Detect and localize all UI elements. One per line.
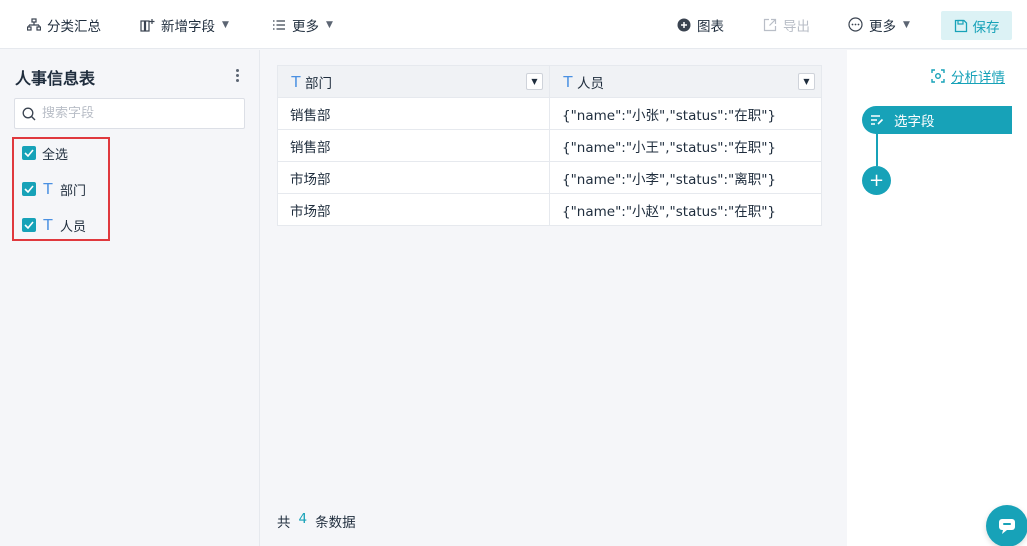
scan-icon <box>931 69 945 83</box>
column-title: 人员 <box>577 75 604 92</box>
table-cell: {"name":"小李","status":"离职"} <box>549 161 822 194</box>
chevron-down-icon: ▼ <box>222 19 229 30</box>
select-all-label: 全选 <box>42 147 69 163</box>
export-button[interactable]: 导出 <box>763 0 810 49</box>
row-count-value: 4 <box>298 511 308 527</box>
group-summary-button[interactable]: 分类汇总 <box>27 0 101 49</box>
more-circle-icon <box>848 17 863 32</box>
chat-support-button[interactable] <box>986 505 1027 546</box>
field-checkbox-person[interactable]: T 人员 <box>22 215 86 235</box>
chart-label: 图表 <box>697 18 724 35</box>
chart-button[interactable]: 图表 <box>677 0 724 49</box>
kebab-menu-icon[interactable] <box>229 65 245 85</box>
column-header-person[interactable]: T 人员 ▼ <box>549 65 822 98</box>
more-right-label: 更多 <box>869 18 896 35</box>
checkbox-checked-icon <box>22 146 36 160</box>
column-header-department[interactable]: T 部门 ▼ <box>277 65 550 98</box>
add-column-icon <box>140 18 155 32</box>
field-checkbox-department[interactable]: T 部门 <box>22 179 86 199</box>
text-type-icon: T <box>291 72 301 91</box>
text-type-icon: T <box>43 216 53 234</box>
steps-panel: 分析详情 选字段 + <box>847 50 1027 546</box>
table-cell: {"name":"小张","status":"在职"} <box>549 97 822 130</box>
table-cell: 市场部 <box>277 161 550 194</box>
select-all-checkbox[interactable]: 全选 <box>22 143 68 163</box>
field-label-department: 部门 <box>60 183 87 199</box>
save-label: 保存 <box>972 19 1000 36</box>
row-count: 共 4 条数据 <box>277 511 356 531</box>
more-menu-left[interactable]: 更多 ▼ <box>272 0 333 49</box>
text-type-icon: T <box>43 180 53 198</box>
column-title: 部门 <box>305 75 332 92</box>
table-cell: 销售部 <box>277 97 550 130</box>
column-dropdown-icon[interactable]: ▼ <box>526 73 543 90</box>
search-icon <box>22 107 36 120</box>
analysis-details-label: 分析详情 <box>951 70 1005 86</box>
row-count-suffix: 条数据 <box>315 515 356 531</box>
export-icon <box>763 18 777 31</box>
group-summary-label: 分类汇总 <box>47 18 101 35</box>
toolbar: 分类汇总 新增字段 ▼ 更多 ▼ 图表 导出 更多 ▼ 保存 <box>0 0 1027 49</box>
column-dropdown-icon[interactable]: ▼ <box>798 73 815 90</box>
field-label-person: 人员 <box>60 219 87 235</box>
step-connector <box>876 134 878 166</box>
field-checkbox-list: 全选 T 部门 T 人员 <box>12 137 110 241</box>
list-icon <box>273 19 285 30</box>
save-button[interactable]: 保存 <box>941 11 1012 40</box>
edit-list-icon <box>871 115 884 125</box>
chevron-down-icon: ▼ <box>903 19 910 30</box>
analysis-details-link[interactable]: 分析详情 <box>931 66 1005 86</box>
plus-circle-icon <box>677 18 691 31</box>
add-field-button[interactable]: 新增字段 ▼ <box>140 0 229 49</box>
export-label: 导出 <box>783 18 810 35</box>
more-menu-right[interactable]: 更多 ▼ <box>848 0 910 49</box>
text-type-icon: T <box>563 72 573 91</box>
field-search-box <box>14 98 245 129</box>
save-icon <box>954 19 967 32</box>
table-cell: {"name":"小赵","status":"在职"} <box>549 193 822 226</box>
table-row: 市场部 {"name":"小赵","status":"在职"} <box>277 193 822 226</box>
table-title: 人事信息表 <box>15 69 96 88</box>
field-search-input[interactable] <box>42 106 232 121</box>
table-row: 市场部 {"name":"小李","status":"离职"} <box>277 161 822 194</box>
table-cell: {"name":"小王","status":"在职"} <box>549 129 822 162</box>
add-step-button[interactable]: + <box>862 166 891 195</box>
row-count-prefix: 共 <box>277 515 291 531</box>
hierarchy-icon <box>27 17 41 31</box>
data-table: T 部门 ▼ T 人员 ▼ 销售部 {"name":"小张","status":… <box>277 65 822 226</box>
more-left-label: 更多 <box>292 18 319 35</box>
step-select-fields[interactable]: 选字段 <box>862 106 1012 134</box>
table-row: 销售部 {"name":"小王","status":"在职"} <box>277 129 822 162</box>
table-row: 销售部 {"name":"小张","status":"在职"} <box>277 97 822 130</box>
table-cell: 市场部 <box>277 193 550 226</box>
chat-icon <box>999 519 1015 534</box>
checkbox-checked-icon <box>22 182 36 196</box>
table-cell: 销售部 <box>277 129 550 162</box>
step-label: 选字段 <box>894 114 935 130</box>
data-preview-area: T 部门 ▼ T 人员 ▼ 销售部 {"name":"小张","status":… <box>261 50 847 546</box>
table-header-row: T 部门 ▼ T 人员 ▼ <box>277 65 822 98</box>
checkbox-checked-icon <box>22 218 36 232</box>
chevron-down-icon: ▼ <box>326 19 333 30</box>
field-panel: 人事信息表 全选 T 部门 T 人员 <box>0 50 260 546</box>
add-field-label: 新增字段 <box>161 18 215 35</box>
